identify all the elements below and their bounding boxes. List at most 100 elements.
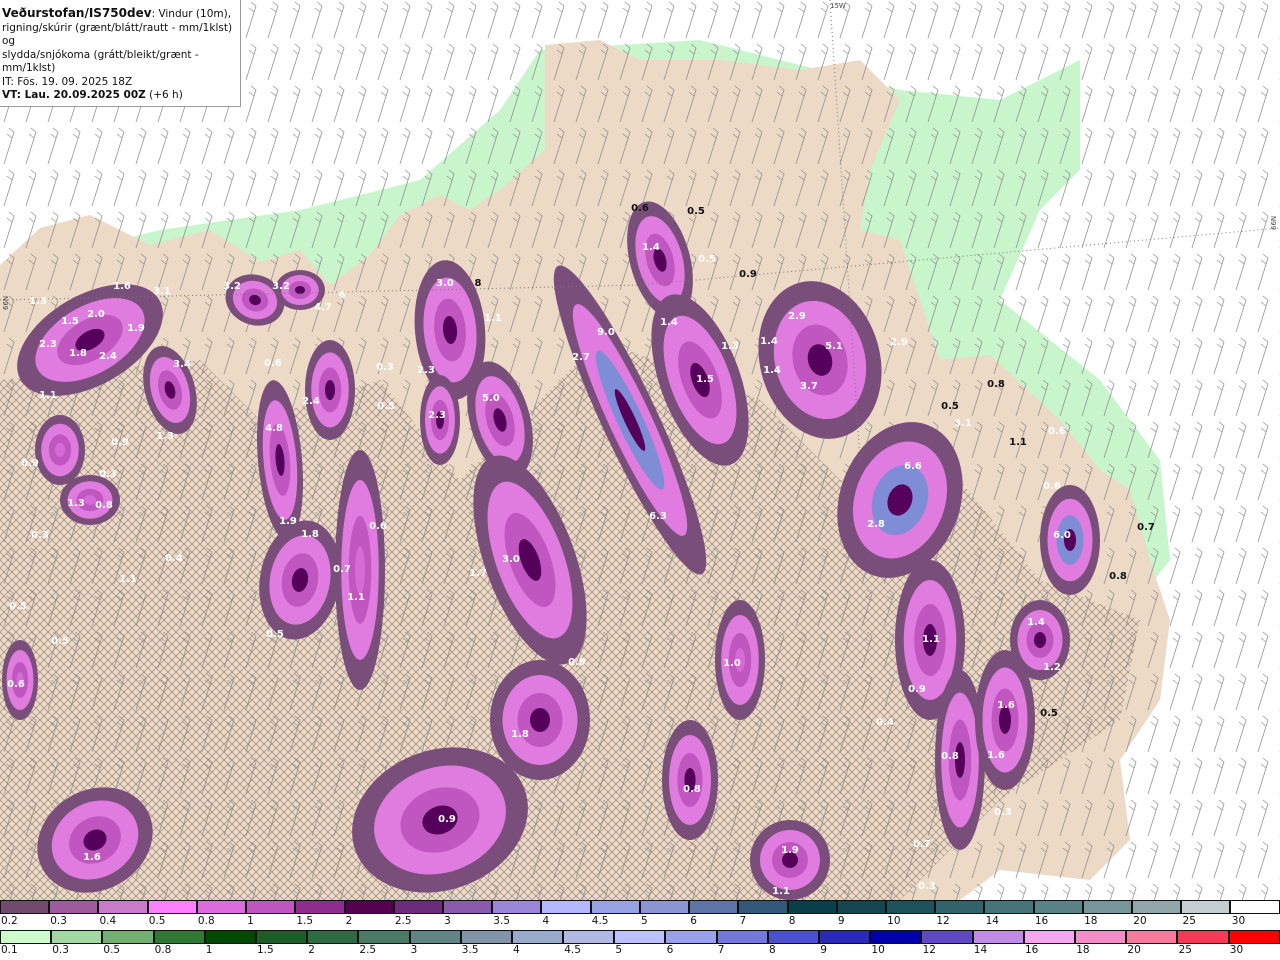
map-value-label: 0.8 [95,500,113,511]
map-value-label: 2.7 [572,352,590,363]
legend-swatch [1082,900,1133,914]
map-value-label: 1.9 [127,323,145,334]
legend-swatch [885,900,936,914]
legend-label: 1.5 [296,915,314,927]
graticule-label-66n-left: 66N [2,296,10,310]
map-value-label: 0.6 [369,521,387,532]
map-value-label: 0.7 [913,839,931,850]
map-value-label: 1.1 [347,592,365,603]
legend-label: 9 [820,944,827,956]
legend-swatch [1126,930,1178,944]
map-value-label: 1.8 [511,729,529,740]
weather-map: 15W 66N 66N 1.3 1.5 2.0 1.6 3.1 1.9 2.3 1.8 2.4 1… [0,0,1280,900]
legend-label: 14 [973,944,988,956]
map-value-label: 6.0 [1053,530,1071,541]
map-value-label: 3.1 [153,286,171,297]
legend-label: 2 [345,915,353,927]
map-value-label: 0.9 [739,269,757,280]
legend-label: 14 [985,915,999,927]
map-value-label: 5.0 [482,393,500,404]
map-value-label: 8 [475,278,482,289]
map-value-label: 2.9 [788,311,806,322]
legend-swatch [716,930,768,944]
map-value-label: 0.5 [377,401,395,412]
map-value-label: 2.8 [867,519,885,530]
graticule-label-66n-right: 66N [1270,216,1278,230]
legend-label: 0.8 [154,944,172,956]
map-value-label: 2.4 [99,351,117,362]
map-value-label: 4.7 [314,302,332,313]
legend-label: 4 [542,915,550,927]
map-value-label: 1.6 [113,281,131,292]
legend-label: 5 [615,944,623,956]
legend-swatch [563,930,615,944]
map-value-label: 1.5 [61,316,79,327]
map-value-label: 0.3 [99,469,117,480]
header-line3: slydda/snjókoma (grátt/bleikt/grænt - mm… [2,48,199,75]
map-value-label: 0.8 [987,379,1005,390]
legend-label: 8 [769,944,776,956]
map-value-label: 1.4 [642,242,660,253]
map-value-label: 4.8 [265,423,283,434]
legend-label: 4.5 [564,944,581,956]
legend-swatch [147,900,197,914]
legend-swatch [935,900,985,914]
map-value-label: 2.0 [87,309,105,320]
legend-swatch [246,900,296,914]
legend-label: 0.4 [99,915,117,927]
map-value-label: 0.5 [941,401,959,412]
map-value-label: 0.9 [438,814,456,825]
precipitation-blob [1034,632,1046,648]
legend-swatch [98,900,148,914]
legend-swatch [344,900,394,914]
legend-swatch [819,930,871,944]
legend-swatch [614,930,666,944]
legend-label: 0.8 [197,915,215,927]
map-value-label: 1.4 [760,336,778,347]
legend-label: 30 [1229,944,1244,956]
map-value-label: 0.7 [1137,522,1155,533]
legend-swatch [590,900,640,914]
legend-swatch [492,900,542,914]
legend-label: 0.1 [1,944,18,956]
map-value-label: 1.3 [29,296,47,307]
legend-label: 30 [1231,915,1246,927]
map-value-label: 1.8 [69,348,87,359]
source-name: Veðurstofan/IS750dev [2,6,152,20]
legend-swatch [836,900,886,914]
legend-label: 0.5 [148,915,166,927]
legend-label: 0.3 [50,915,67,927]
legend-label: 12 [936,915,950,927]
legend-label: 1 [205,944,213,956]
legend-swatch [196,900,247,914]
map-value-label: 1.9 [279,516,297,527]
map-value-label: 2.9 [890,337,908,348]
legend-label: 1 [247,915,254,927]
precipitation-blob [355,546,365,594]
map-value-label: 0.5 [698,254,716,265]
map-value-label: 3.4 [173,359,191,370]
legend-swatch [639,900,690,914]
map-value-label: 0.5 [266,629,284,640]
legend-swatch [1132,900,1182,914]
map-value-label: 3.0 [436,278,454,289]
legend-swatch [358,930,410,944]
map-value-label: 0.8 [1109,571,1127,582]
map-value-label: 0.9 [568,657,586,668]
legend-label: 20 [1127,944,1141,956]
legend-label: 18 [1084,915,1098,927]
legend-swatch [511,930,564,944]
legend-swatch [409,930,461,944]
legend-label: 3 [444,915,451,927]
map-value-label: 0.5 [51,636,69,647]
header-line2: rigning/skúrir (grænt/blátt/rautt - mm/1… [2,21,233,48]
legend-label: 18 [1076,944,1090,956]
legend-label: 9 [837,915,845,927]
legend-label: 4.5 [591,915,609,927]
legend-label: 12 [922,944,936,956]
legend-swatch [102,930,154,944]
map-value-label: 1.1 [922,634,940,645]
legend-swatch [204,930,256,944]
map-value-label: 1.6 [997,700,1015,711]
legend-swatch [153,930,205,944]
